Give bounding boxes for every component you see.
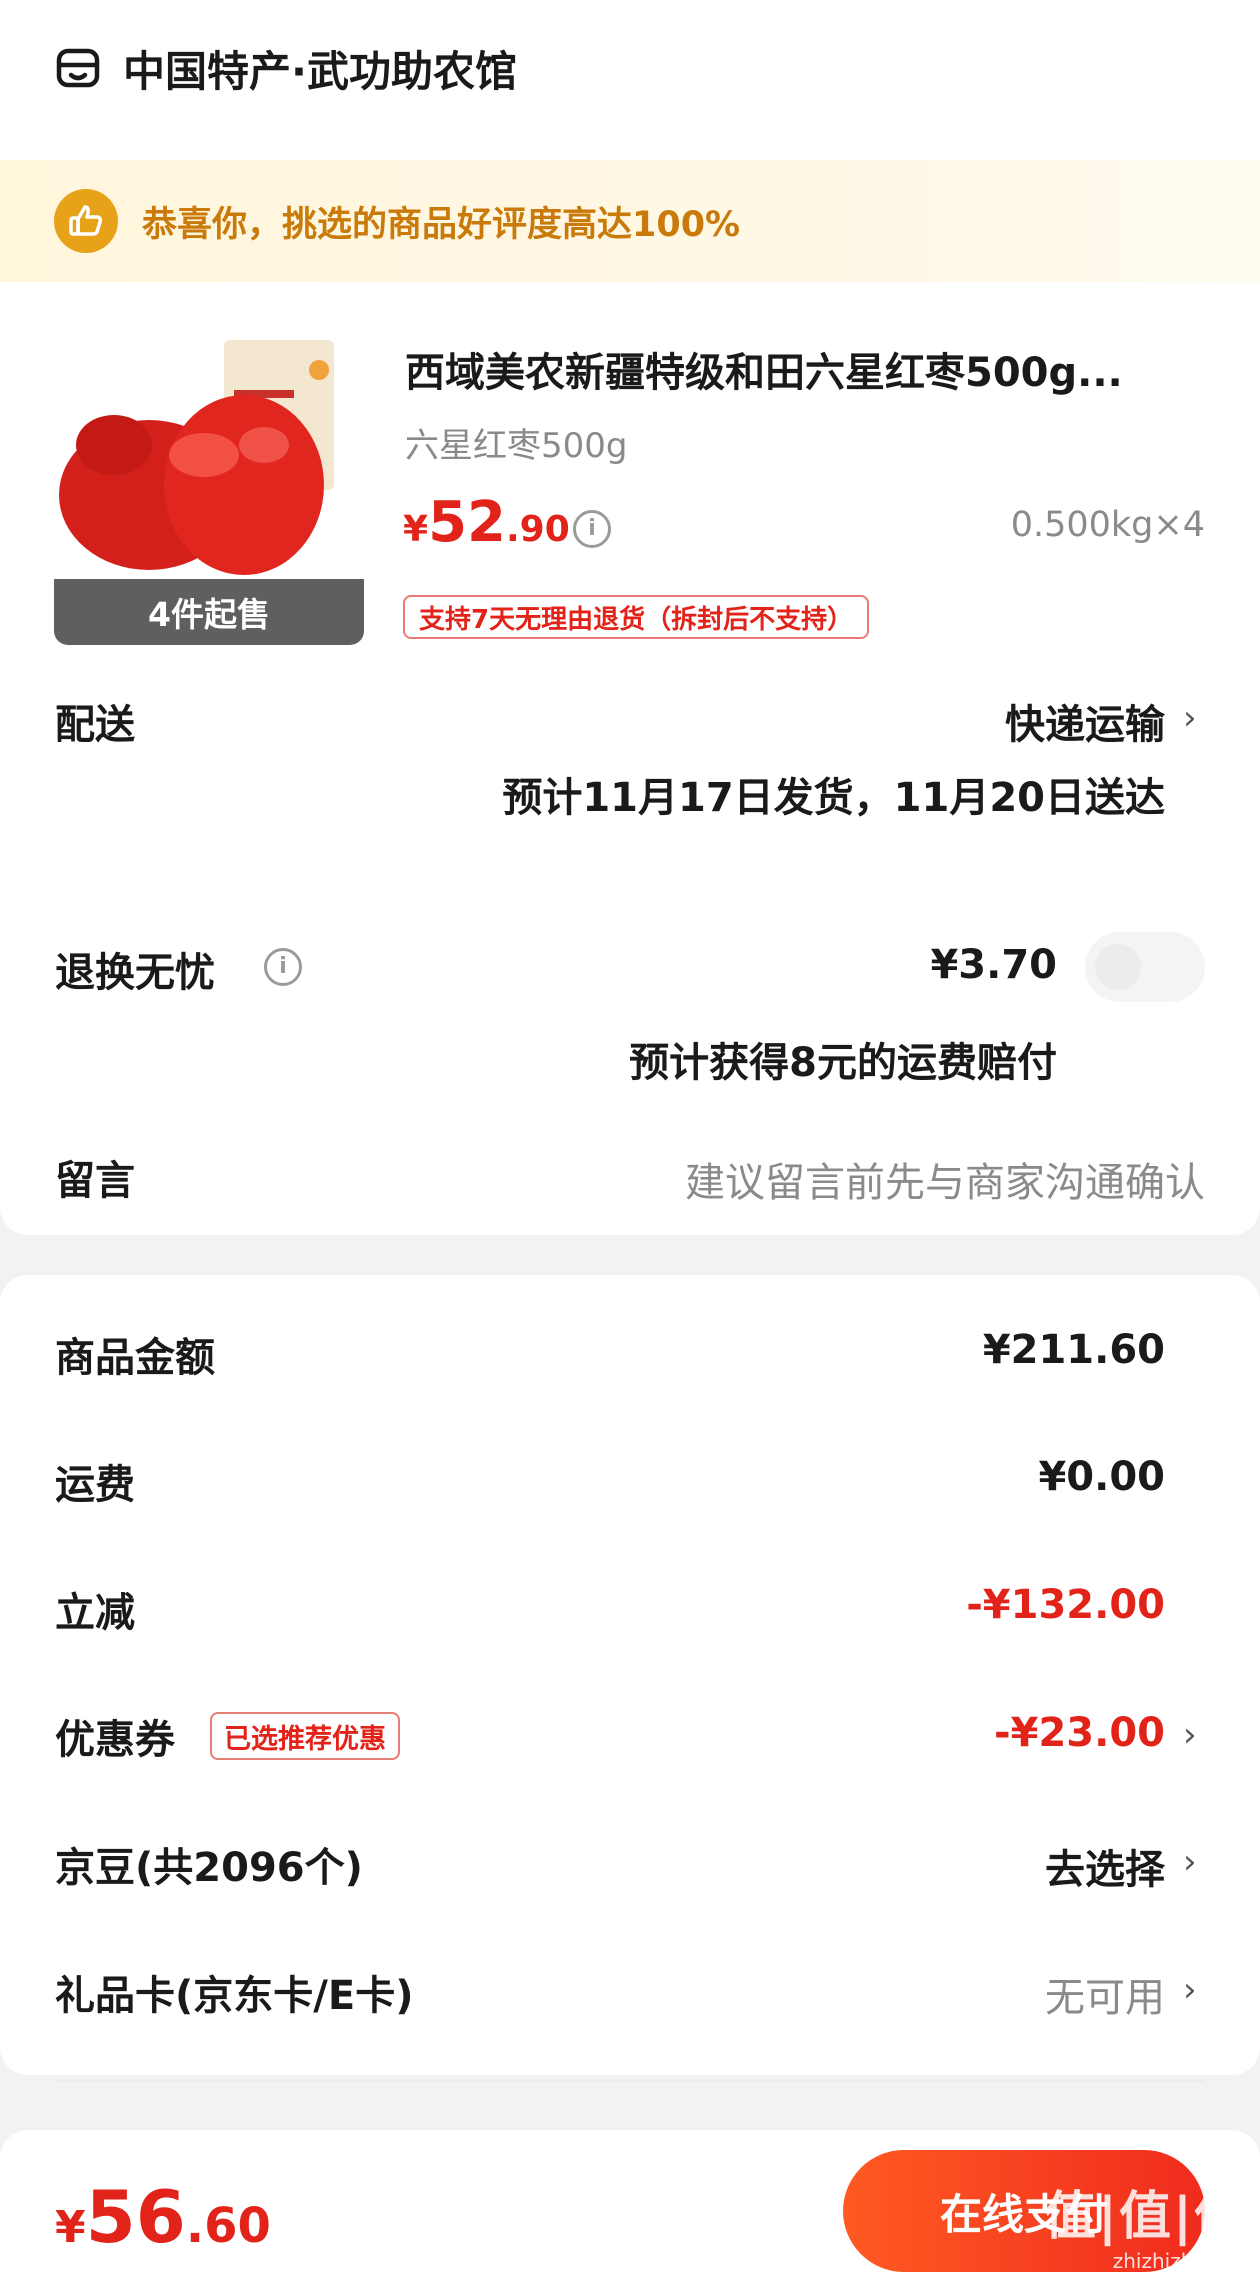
- delivery-label: 配送: [55, 702, 135, 748]
- goods-amount-value: ¥211.60: [982, 1327, 1165, 1373]
- return-insurance-label: 退换无忧: [55, 950, 215, 996]
- giftcard-value[interactable]: 无可用: [1045, 1965, 1165, 2023]
- chevron-right-icon[interactable]: ›: [1183, 1715, 1197, 1755]
- store-icon: [56, 48, 100, 88]
- price-info-icon[interactable]: i: [573, 510, 611, 548]
- jingdou-label: 京豆(共2096个): [55, 1845, 363, 1891]
- jingdou-select[interactable]: 去选择: [1045, 1837, 1165, 1895]
- giftcard-label: 礼品卡(京东卡/E卡): [55, 1973, 414, 2019]
- rating-banner: 恭喜你，挑选的商品好评度高达100%: [0, 160, 1260, 282]
- goods-amount-label: 商品金额: [55, 1335, 215, 1381]
- message-input[interactable]: 建议留言前先与商家沟通确认: [685, 1150, 1205, 1208]
- divider: [55, 2080, 1205, 2082]
- shop-header[interactable]: 中国特产·武功助农馆: [55, 38, 517, 98]
- thumbs-up-icon: [54, 189, 118, 253]
- toggle-knob: [1095, 944, 1141, 990]
- discount-value: -¥132.00: [966, 1582, 1165, 1628]
- chevron-right-icon[interactable]: ›: [1183, 1970, 1197, 2010]
- discount-label: 立减: [55, 1590, 135, 1636]
- delivery-method[interactable]: 快递运输: [1005, 692, 1165, 750]
- return-insurance-info-icon[interactable]: i: [264, 948, 302, 986]
- return-insurance-toggle[interactable]: [1085, 932, 1205, 1002]
- product-spec: 六星红枣500g: [405, 426, 628, 466]
- total-price: ¥ 56 .60: [55, 2175, 271, 2259]
- banner-text: 恭喜你，挑选的商品好评度高达100%: [142, 204, 741, 245]
- price-summary-card: [0, 1275, 1260, 2075]
- coupon-tag: 已选推荐优惠: [210, 1712, 400, 1760]
- shop-name: 中国特产·武功助农馆: [123, 46, 517, 96]
- return-insurance-note: 预计获得8元的运费赔付: [629, 1040, 1057, 1086]
- product-title[interactable]: 西域美农新疆特级和田六星红枣500g...: [405, 340, 1123, 398]
- min-order-badge: 4件起售: [54, 579, 364, 645]
- coupon-value[interactable]: -¥23.00: [994, 1710, 1165, 1756]
- chevron-right-icon[interactable]: ›: [1183, 698, 1197, 738]
- coupon-label: 优惠券: [55, 1717, 175, 1763]
- return-insurance-price: ¥3.70: [930, 942, 1057, 988]
- watermark: 值|值|值 zhizhizhi.com: [1044, 2187, 1248, 2273]
- shipping-label: 运费: [55, 1462, 135, 1508]
- product-price: ¥ 52 .90: [403, 490, 570, 555]
- return-policy-tag: 支持7天无理由退货（拆封后不支持）: [403, 595, 870, 639]
- chevron-right-icon[interactable]: ›: [1183, 1842, 1197, 1882]
- product-quantity: 0.500kg×4: [1010, 505, 1205, 545]
- message-label: 留言: [55, 1158, 135, 1204]
- shipping-value: ¥0.00: [1038, 1454, 1165, 1500]
- delivery-estimate: 预计11月17日发货，11月20日送达: [502, 775, 1165, 821]
- product-image[interactable]: 4件起售: [54, 335, 364, 645]
